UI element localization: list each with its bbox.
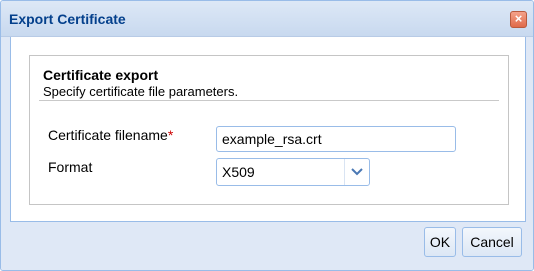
export-certificate-dialog: Export Certificate × Certificate export …	[0, 0, 534, 271]
ok-button[interactable]: OK	[424, 227, 456, 257]
dialog-footer: OK Cancel	[1, 222, 533, 270]
chevron-down-icon	[351, 168, 363, 176]
dialog-body: Certificate export Specify certificate f…	[10, 37, 526, 222]
filename-input[interactable]	[222, 128, 450, 150]
panel-subtitle: Specify certificate file parameters.	[43, 84, 239, 99]
required-marker: *	[167, 127, 174, 143]
format-label: Format	[48, 159, 93, 175]
panel-divider	[39, 100, 499, 101]
filename-label: Certificate filename*	[48, 127, 173, 143]
format-select[interactable]: X509	[216, 158, 370, 186]
close-button[interactable]: ×	[510, 11, 527, 28]
dialog-titlebar[interactable]: Export Certificate ×	[1, 1, 533, 37]
filename-label-text: Certificate filename	[48, 127, 168, 143]
close-icon: ×	[514, 11, 523, 26]
dialog-title: Export Certificate	[9, 11, 126, 27]
panel-header: Certificate export Specify certificate f…	[43, 67, 498, 99]
panel-title: Certificate export	[43, 67, 159, 83]
format-dropdown-trigger[interactable]	[344, 159, 369, 185]
format-selected-value: X509	[222, 164, 255, 180]
filename-field[interactable]	[216, 126, 456, 152]
cancel-button[interactable]: Cancel	[462, 227, 522, 257]
